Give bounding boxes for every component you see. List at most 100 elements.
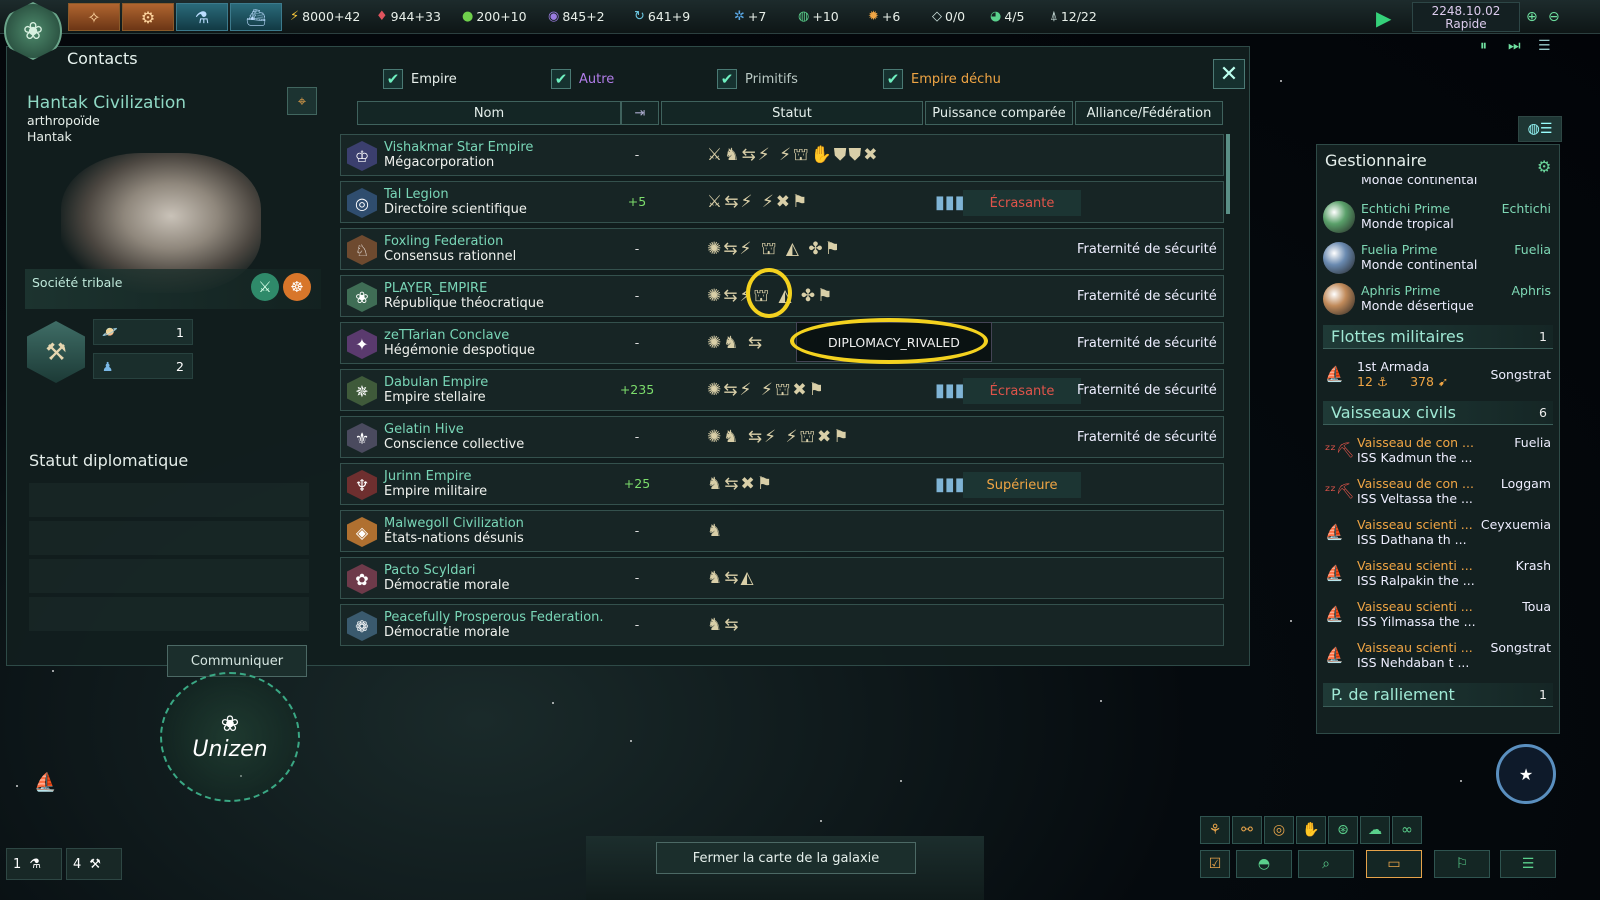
resource-physics[interactable]: ✲ +7	[734, 9, 766, 24]
government-type: Démocratie morale	[384, 578, 510, 593]
ship-row[interactable]: ⛵ Vaisseau scienti ... ISS Ralpakin the ..…	[1323, 558, 1555, 598]
species-icon[interactable]: ⚘	[1200, 816, 1230, 844]
filter-primitives[interactable]: ✔ Primitifs	[717, 69, 798, 89]
network-icon[interactable]: ⊛	[1328, 816, 1358, 844]
status-icons[interactable]: ✺♞ ⇆⚡ ⚡⛫✖⚑	[707, 427, 851, 449]
step-icon[interactable]: ⏭	[1508, 38, 1521, 54]
checkbox-checked-icon[interactable]: ✔	[717, 69, 737, 89]
filter-fallen-empire[interactable]: ✔ Empire déchu	[883, 69, 1001, 89]
resource-value: 12/22	[1060, 9, 1097, 24]
planet-row[interactable]: Aphris Prime Monde désertique Aphris	[1323, 281, 1553, 321]
checkbox-checked-icon[interactable]: ✔	[551, 69, 571, 89]
section-rally-points[interactable]: P. de ralliement 1	[1323, 683, 1553, 707]
checklist-icon[interactable]: ☑	[1200, 850, 1230, 878]
date-display[interactable]: 2248.10.02 Rapide	[1412, 2, 1520, 32]
checkbox-checked-icon[interactable]: ✔	[883, 69, 903, 89]
resource-minerals[interactable]: ♦ 944+33	[376, 9, 441, 24]
construction-ship-icon: ᶻᶻ⛏	[1325, 482, 1356, 500]
technology-button[interactable]: ⚗	[176, 3, 228, 31]
ship-row[interactable]: ᶻᶻ⛏ Vaisseau de con ... ISS Veltassa the .…	[1323, 476, 1555, 516]
situation-log-button[interactable]: ✧	[68, 3, 120, 31]
contact-row[interactable]: ◈ Malwegoll Civilization États-nations dés…	[340, 510, 1224, 552]
menu-icon[interactable]: ☰	[1538, 38, 1551, 54]
handshake-icon[interactable]: ✋	[1296, 816, 1326, 844]
flag-icon[interactable]: ⚐	[1434, 850, 1490, 878]
gear-icon[interactable]: ⚙	[1537, 157, 1551, 176]
column-header-alliance[interactable]: Alliance/Fédération	[1075, 101, 1223, 125]
contact-row[interactable]: ✦ zeTTarian Conclave Hégémonie despotique -…	[340, 322, 1224, 364]
resource-fleet-cap[interactable]: ⍋ 12/22	[1050, 9, 1097, 24]
filter-other[interactable]: ✔ Autre	[551, 69, 614, 89]
ship-row[interactable]: ⛵ Vaisseau scienti ... ISS Yilmassa the ..…	[1323, 599, 1555, 639]
column-header-power[interactable]: Puissance comparée	[925, 101, 1073, 125]
sort-icon[interactable]: ⇥	[621, 101, 659, 125]
link-icon[interactable]: ∞	[1392, 816, 1422, 844]
close-galaxy-map-button[interactable]: Fermer la carte de la galaxie	[656, 842, 916, 874]
contact-row[interactable]: ◎ Tal Legion Directoire scientifique +5 ⚔⇆⚡ …	[340, 181, 1224, 223]
cloud-icon[interactable]: ☁	[1360, 816, 1390, 844]
contact-row[interactable]: ♆ Jurinn Empire Empire militaire +25 ♞⇆✖⚑ ▮▮▮…	[340, 463, 1224, 505]
resource-influence[interactable]: ◉ 845+2	[548, 9, 605, 24]
status-icons[interactable]: ♞	[707, 521, 724, 541]
speed-down-icon[interactable]: ⊖	[1548, 9, 1560, 25]
checkbox-checked-icon[interactable]: ✔	[383, 69, 403, 89]
resource-energy[interactable]: ⚡ 8000+42	[290, 9, 360, 24]
resource-strategic[interactable]: ◇ 0/0	[932, 9, 965, 24]
status-icons[interactable]: ✺♞ ⇆	[707, 333, 764, 353]
galaxy-view-toggle[interactable]: ◍☰	[1518, 116, 1562, 142]
status-icons[interactable]: ♞⇆	[707, 615, 740, 635]
resource-food[interactable]: ● 200+10	[462, 9, 527, 24]
filter-empire[interactable]: ✔ Empire	[383, 69, 457, 89]
status-icons[interactable]: ⚔♞⇆⚡ ⚡⛫✋⛊⛊✖	[707, 145, 880, 167]
contacts-scrollbar[interactable]	[1226, 134, 1230, 214]
chat-icon[interactable]: ▭	[1366, 850, 1422, 878]
contact-row[interactable]: ♔ Vishakmar Star Empire Mégacorporation - ⚔♞…	[340, 134, 1224, 176]
contact-row[interactable]: ❁ Peacefully Prosperous Federation. Démocr…	[340, 604, 1224, 646]
status-icons[interactable]: ♞⇆◭	[707, 568, 756, 588]
status-icons[interactable]: ✺⇆⚡ ⛫ ◭ ✤⚑	[707, 239, 842, 261]
spiritualist-ethic-icon[interactable]: ☸	[283, 273, 311, 301]
planet-row[interactable]: Echtichi Prime Monde tropical Echtichi	[1323, 199, 1553, 239]
idle-science-chip[interactable]: 1 ⚗	[6, 848, 62, 880]
fleet-row[interactable]: ⛵ 1st Armada 12 ⚓ 378 ➹ Songstrat	[1323, 359, 1555, 399]
contact-row[interactable]: ♘ Foxling Federation Consensus rationnel - ✺…	[340, 228, 1224, 270]
ship-row[interactable]: ⛵ Vaisseau scienti ... ISS Dathana th ... C…	[1323, 517, 1555, 557]
status-icons[interactable]: ⚔⇆⚡ ⚡✖⚑	[707, 192, 809, 212]
status-icons[interactable]: ♞⇆✖⚑	[707, 474, 774, 494]
fleet-manager-icon[interactable]: ★	[1496, 744, 1556, 804]
status-icons[interactable]: ✺⇆⚡ ⚡⛫✖⚑	[707, 380, 826, 402]
resource-unity[interactable]: ↻ 641+9	[634, 9, 690, 24]
pause-icon[interactable]: ⏸	[1480, 38, 1487, 54]
empire-name: Peacefully Prosperous Federation.	[384, 610, 604, 625]
empire-name: Pacto Scyldari	[384, 563, 476, 578]
close-button[interactable]: ✕	[1213, 59, 1245, 89]
contact-row[interactable]: ✿ Pacto Scyldari Démocratie morale - ♞⇆◭	[340, 557, 1224, 599]
section-military-fleets[interactable]: Flottes militaires 1	[1323, 325, 1553, 349]
locate-button[interactable]: ⌖	[287, 87, 317, 115]
ship-marker-icon[interactable]: ⛵	[34, 772, 56, 793]
planet-row[interactable]: Fuelia Prime Monde continental Fuelia	[1323, 240, 1553, 280]
list-icon[interactable]: ☰	[1500, 850, 1556, 878]
hyperlane-icon[interactable]: ⚯	[1232, 816, 1262, 844]
column-header-name[interactable]: Nom	[357, 101, 621, 125]
planet-view-icon[interactable]: ◓	[1236, 850, 1292, 878]
ship-designer-button[interactable]: ⛴	[230, 3, 282, 31]
home-system-marker[interactable]: ❀ Unizen	[160, 672, 300, 802]
play-icon[interactable]: ▶	[1376, 6, 1391, 30]
government-type: Directoire scientifique	[384, 202, 527, 217]
idle-construction-chip[interactable]: 4 ⚒	[66, 848, 122, 880]
target-icon[interactable]: ◎	[1264, 816, 1294, 844]
contact-row[interactable]: ⚜ Gelatin Hive Conscience collective - ✺♞ ⇆⚡…	[340, 416, 1224, 458]
section-civilian-ships[interactable]: Vaisseaux civils 6	[1323, 401, 1553, 425]
column-header-status[interactable]: Statut	[661, 101, 923, 125]
speed-up-icon[interactable]: ⊕	[1526, 9, 1538, 25]
ship-row[interactable]: ⛵ Vaisseau scienti ... ISS Nehdaban t ... S…	[1323, 640, 1555, 680]
ship-row[interactable]: ᶻᶻ⛏ Vaisseau de con ... ISS Kadmun the ...…	[1323, 435, 1555, 475]
resource-society[interactable]: ◍ +10	[798, 9, 839, 24]
search-icon[interactable]: ⌕	[1298, 850, 1354, 878]
contact-row[interactable]: ✵ Dabulan Empire Empire stellaire +235 ✺⇆⚡ ⚡…	[340, 369, 1224, 411]
resource-engineering[interactable]: ✹ +6	[868, 9, 900, 24]
resource-planets[interactable]: ◕ 4/5	[990, 9, 1024, 24]
policies-button[interactable]: ⚙	[122, 3, 174, 31]
militarist-ethic-icon[interactable]: ⚔	[251, 273, 279, 301]
